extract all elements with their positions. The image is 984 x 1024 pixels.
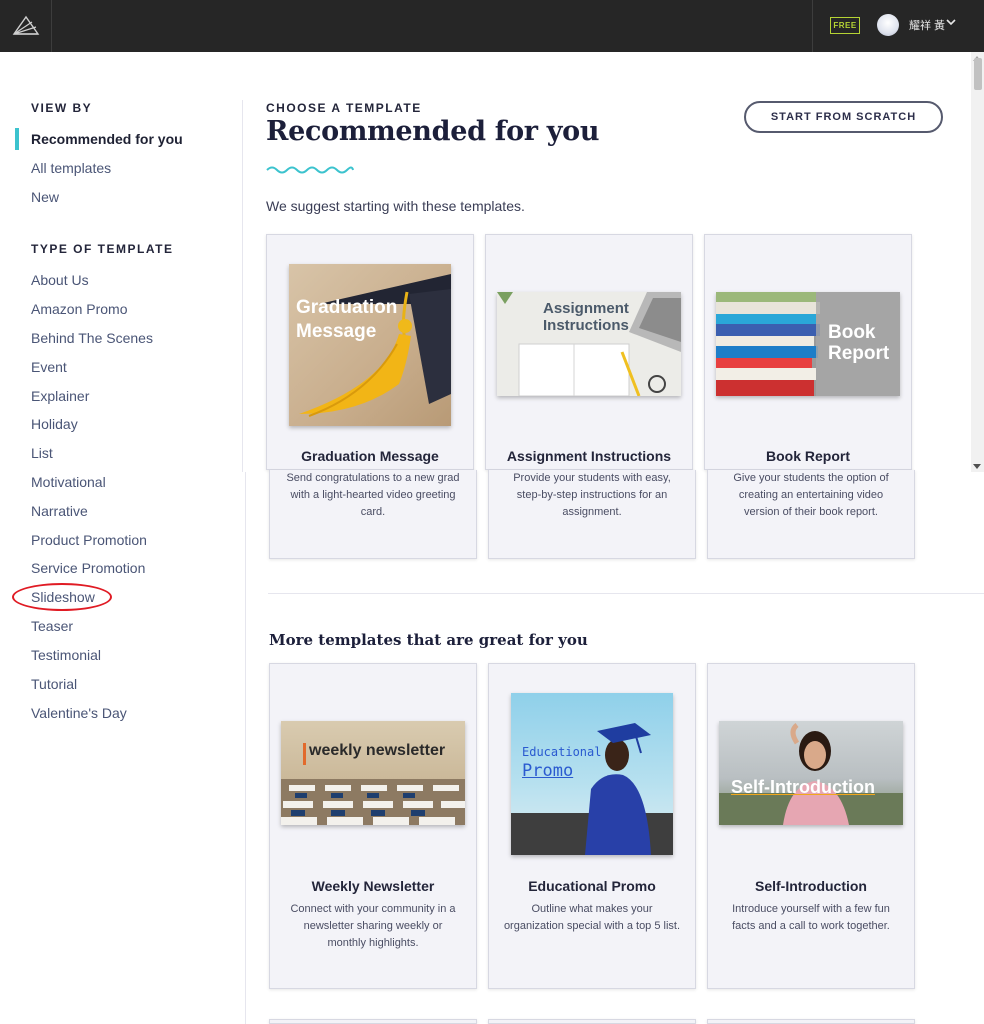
- card-description: version of their book report.: [744, 506, 878, 518]
- card-description: organization special with a top 5 list.: [503, 920, 681, 932]
- thumbnail-text: Assignment: [543, 300, 629, 317]
- person-portrait-icon: [719, 723, 903, 825]
- view-by-heading: VIEW BY: [31, 101, 93, 115]
- logo-button[interactable]: [0, 0, 52, 52]
- template-card-partial[interactable]: [488, 1019, 696, 1024]
- sidebar-item-new[interactable]: New: [31, 189, 59, 205]
- template-card-assignment-instructions[interactable]: Assignment Instructions Assignment Instr…: [485, 234, 693, 470]
- scrollbar-thumb[interactable]: [974, 58, 982, 90]
- sidebar-item-holiday[interactable]: Holiday: [31, 416, 78, 432]
- card-title: Assignment Instructions: [506, 448, 672, 464]
- logo-icon: [12, 15, 39, 35]
- template-thumbnail: weekly newsletter: [281, 721, 465, 825]
- chevron-down-icon[interactable]: [945, 16, 957, 28]
- thumbnail-text: Book: [828, 322, 876, 343]
- template-thumbnail: Self-Introduction: [719, 721, 903, 825]
- card-description: Give your students the option of: [733, 472, 889, 484]
- card-title: Weekly Newsletter: [311, 878, 435, 894]
- card-description: Introduce yourself with a few fun: [732, 903, 890, 915]
- section-divider: [268, 593, 984, 594]
- template-thumbnail: Educational Promo: [511, 693, 673, 855]
- thumbnail-text: Message: [296, 321, 377, 342]
- classroom-desks-icon: [281, 743, 465, 825]
- template-card-book-report-details[interactable]: Give your students the option of creatin…: [707, 470, 915, 559]
- user-name[interactable]: 耀祥 黃: [909, 17, 945, 33]
- card-description: Connect with your community in a: [290, 903, 456, 915]
- scroll-down-arrow[interactable]: [973, 464, 981, 469]
- thumbnail-text: Educational: [522, 745, 602, 759]
- card-description: Provide your students with easy,: [513, 472, 671, 484]
- top-bar: FREE 耀祥 黃: [0, 0, 984, 52]
- template-card-educational-promo[interactable]: Educational Promo Educational Promo Outl…: [488, 663, 696, 989]
- thumbnail-text: Report: [828, 343, 890, 364]
- plan-badge[interactable]: FREE: [830, 17, 860, 34]
- thumbnail-text: Instructions: [543, 317, 629, 334]
- card-title: Educational Promo: [528, 878, 656, 894]
- sidebar-item-tutorial[interactable]: Tutorial: [31, 676, 77, 692]
- card-description: Send congratulations to a new grad: [286, 472, 460, 484]
- suggest-text: We suggest starting with these templates…: [266, 198, 525, 214]
- template-thumbnail: Assignment Instructions: [497, 292, 681, 396]
- sidebar-item-explainer[interactable]: Explainer: [31, 388, 89, 404]
- sidebar-item-about-us[interactable]: About Us: [31, 272, 89, 288]
- thumbnail-text: weekly newsletter: [309, 742, 446, 759]
- page-title: Recommended for you: [266, 116, 600, 147]
- graduation-cap-icon: [299, 274, 451, 417]
- sidebar-item-list[interactable]: List: [31, 445, 53, 461]
- sidebar-item-teaser[interactable]: Teaser: [31, 618, 73, 634]
- sidebar-item-service-promotion[interactable]: Service Promotion: [31, 560, 145, 576]
- start-from-scratch-button[interactable]: START FROM SCRATCH: [744, 101, 943, 133]
- template-card-weekly-newsletter[interactable]: weekly newsletter Weekly Newsletter Conn…: [269, 663, 477, 989]
- card-title: Graduation Message: [301, 448, 439, 464]
- card-description: Outline what makes your: [531, 903, 653, 915]
- annotation-circle: [12, 583, 112, 611]
- template-card-partial[interactable]: [707, 1019, 915, 1024]
- template-card-assignment-instructions-details[interactable]: Provide your students with easy, step-by…: [488, 470, 696, 559]
- sidebar-item-all-templates[interactable]: All templates: [31, 160, 111, 176]
- card-description: assignment.: [562, 506, 622, 518]
- more-templates-heading: More templates that are great for you: [269, 631, 588, 649]
- thumbnail-text: Graduation: [296, 297, 398, 318]
- sidebar-item-testimonial[interactable]: Testimonial: [31, 647, 101, 663]
- card-description: monthly highlights.: [327, 937, 419, 949]
- scrollbar-track[interactable]: [971, 52, 984, 472]
- card-description: creating an entertaining video: [738, 489, 884, 501]
- template-card-partial[interactable]: [269, 1019, 477, 1024]
- template-card-graduation-message[interactable]: Graduation Message Graduation Message: [266, 234, 474, 470]
- sidebar-divider: [242, 100, 243, 472]
- header-divider: [812, 0, 813, 52]
- sidebar-item-behind-the-scenes[interactable]: Behind The Scenes: [31, 330, 153, 346]
- template-card-self-introduction[interactable]: Self-Introduction Self-Introduction Intr…: [707, 663, 915, 989]
- template-card-graduation-message-details[interactable]: Send congratulations to a new grad with …: [269, 470, 477, 559]
- card-description: newsletter sharing weekly or: [303, 920, 443, 932]
- avatar[interactable]: [877, 14, 899, 36]
- card-description: with a light-hearted video greeting: [290, 489, 456, 501]
- card-description: card.: [360, 506, 386, 518]
- sidebar-item-motivational[interactable]: Motivational: [31, 474, 106, 490]
- sidebar-item-valentines-day[interactable]: Valentine's Day: [31, 705, 127, 721]
- squiggle-divider: [266, 166, 354, 174]
- thumbnail-text: Promo: [522, 761, 574, 781]
- card-description: step-by-step instructions for an: [516, 489, 668, 501]
- card-description: facts and a call to work together.: [732, 920, 890, 932]
- sidebar-item-recommended[interactable]: Recommended for you: [31, 131, 183, 147]
- active-indicator: [15, 128, 19, 150]
- sidebar-item-narrative[interactable]: Narrative: [31, 503, 88, 519]
- type-of-template-heading: TYPE OF TEMPLATE: [31, 242, 174, 256]
- sidebar-item-amazon-promo[interactable]: Amazon Promo: [31, 301, 127, 317]
- sidebar-divider-lower: [245, 472, 246, 1024]
- thumbnail-text: Self-Introduction: [731, 777, 875, 797]
- sidebar-item-product-promotion[interactable]: Product Promotion: [31, 532, 147, 548]
- card-title: Book Report: [766, 448, 850, 464]
- choose-template-eyebrow: CHOOSE A TEMPLATE: [266, 101, 422, 115]
- template-thumbnail: Graduation Message: [289, 264, 451, 426]
- sidebar-item-event[interactable]: Event: [31, 359, 67, 375]
- template-card-book-report[interactable]: Book Report Book Report: [704, 234, 912, 470]
- template-thumbnail: Book Report: [716, 292, 900, 396]
- card-title: Self-Introduction: [755, 878, 867, 894]
